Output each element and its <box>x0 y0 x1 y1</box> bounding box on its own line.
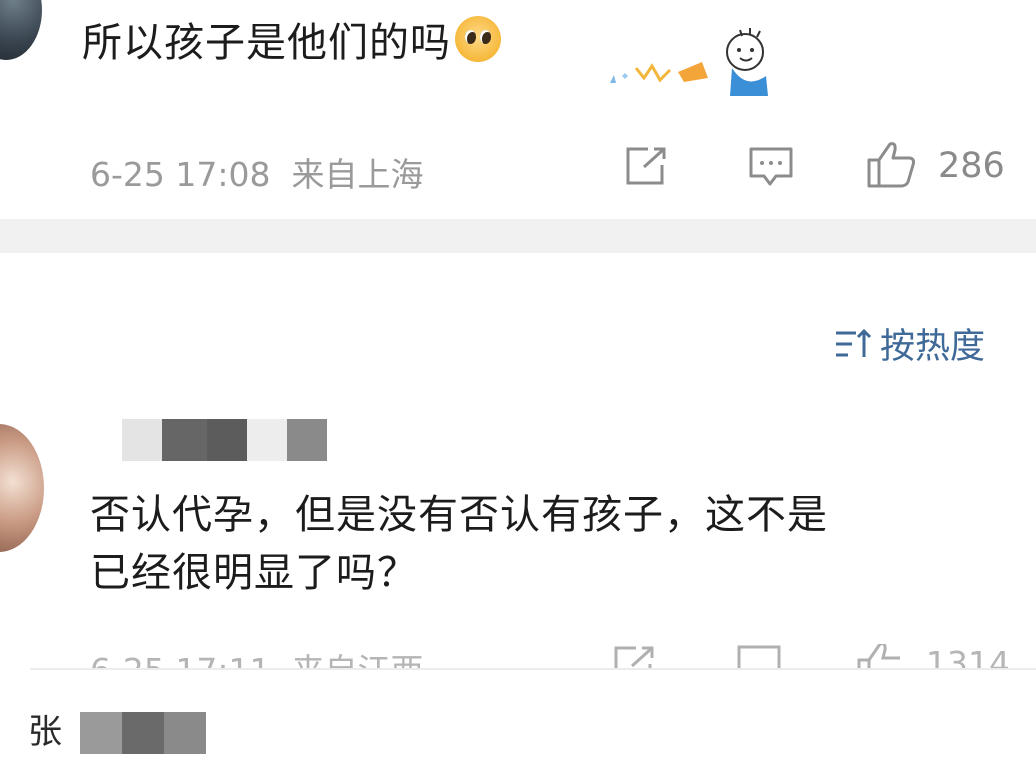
comment-text-body: 所以孩子是他们的吗 <box>82 20 451 66</box>
comment-text: 否认代孕，但是没有否认有孩子，这不是 已经很明显了吗？ <box>90 486 828 602</box>
like-icon[interactable] <box>866 140 918 190</box>
share-icon[interactable] <box>612 644 658 668</box>
location-label: 来自江西 <box>291 651 423 668</box>
location-label: 来自上海 <box>291 155 424 194</box>
like-count: 1314 <box>926 644 1010 668</box>
comment-meta-clipped: 6-25 17:11 来自江西 1314 <box>0 644 1036 668</box>
comment-icon[interactable] <box>736 644 782 668</box>
username-partial[interactable]: 张 <box>28 704 62 753</box>
sort-label: 按热度 <box>880 327 986 367</box>
share-icon[interactable] <box>624 145 670 187</box>
pleading-face-emoji-icon <box>455 16 501 62</box>
avatar[interactable] <box>0 424 44 552</box>
timestamp: 6-25 17:08 <box>90 155 271 194</box>
sort-icon <box>836 328 872 357</box>
avatar[interactable] <box>0 0 42 60</box>
megaphone-sticker-icon <box>610 28 768 96</box>
username-obscured[interactable] <box>122 419 327 461</box>
comment-meta: 6-25 17:08 来自上海 <box>90 148 423 196</box>
timestamp: 6-25 17:11 <box>90 651 271 668</box>
like-icon[interactable] <box>856 644 908 668</box>
username-obscured[interactable] <box>80 712 206 754</box>
section-divider <box>0 219 1036 253</box>
divider <box>30 668 1036 670</box>
comment-text-line: 否认代孕，但是没有否认有孩子，这不是 <box>90 492 828 538</box>
comment-text: 所以孩子是他们的吗 <box>82 16 501 67</box>
comment-icon[interactable] <box>748 146 794 188</box>
like-count: 286 <box>938 146 1005 186</box>
comment-text-line: 已经很明显了吗？ <box>90 550 418 596</box>
comment-meta: 6-25 17:11 来自江西 <box>90 644 423 668</box>
sort-by-heat-button[interactable]: 按热度 <box>834 318 985 369</box>
